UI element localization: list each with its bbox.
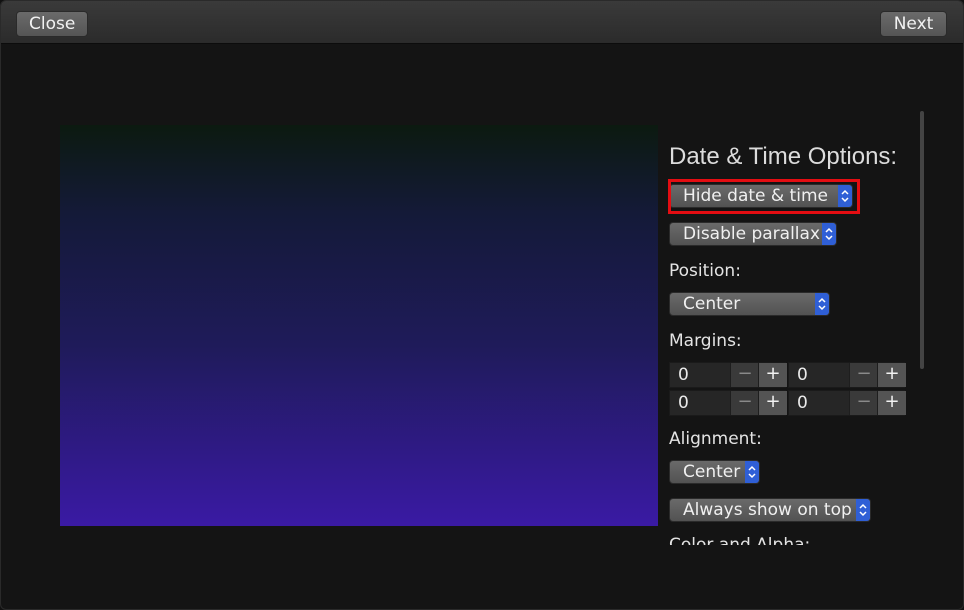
position-select[interactable]: Center xyxy=(669,292,830,316)
position-value: Center xyxy=(683,294,741,314)
alignment-value: Center xyxy=(683,462,741,482)
select-arrow-icon xyxy=(815,293,829,315)
increment-button[interactable]: + xyxy=(758,391,787,415)
parallax-label: Disable parallax xyxy=(683,224,821,244)
margin-bottom-stepper[interactable]: 0 − + xyxy=(669,390,787,416)
margins-label: Margins: xyxy=(669,331,742,351)
stepper-value: 0 xyxy=(797,393,808,413)
next-button[interactable]: Next xyxy=(880,11,947,37)
stepper-value: 0 xyxy=(678,393,689,413)
increment-button[interactable]: + xyxy=(758,363,787,387)
decrement-button[interactable]: − xyxy=(849,391,878,415)
parallax-select[interactable]: Disable parallax xyxy=(669,222,837,246)
panel-scrollbar[interactable] xyxy=(920,111,924,369)
margin-right-stepper[interactable]: 0 − + xyxy=(788,362,906,388)
decrement-button[interactable]: − xyxy=(730,363,759,387)
alignment-select[interactable]: Center xyxy=(669,460,760,484)
decrement-button[interactable]: − xyxy=(849,363,878,387)
color-alpha-label: Color and Alpha: xyxy=(669,535,811,545)
select-arrow-icon xyxy=(856,499,870,521)
wallpaper-preview xyxy=(60,125,658,526)
position-label: Position: xyxy=(669,261,741,281)
margin-top-stepper[interactable]: 0 − + xyxy=(669,362,787,388)
titlebar: Close Next xyxy=(1,1,963,44)
stepper-value: 0 xyxy=(797,365,808,385)
always-on-top-value: Always show on top xyxy=(683,500,852,520)
increment-button[interactable]: + xyxy=(877,391,906,415)
alignment-label: Alignment: xyxy=(669,429,762,449)
options-panel: Date & Time Options: Hide date & time Di… xyxy=(669,111,914,545)
always-on-top-select[interactable]: Always show on top xyxy=(669,498,871,522)
highlight-box xyxy=(668,179,860,214)
dialog-window: Close Next Date & Time Options: Hide dat… xyxy=(0,0,964,610)
increment-button[interactable]: + xyxy=(877,363,906,387)
stepper-value: 0 xyxy=(678,365,689,385)
select-arrow-icon xyxy=(745,461,759,483)
close-button[interactable]: Close xyxy=(16,11,88,37)
select-arrow-icon xyxy=(822,223,836,245)
decrement-button[interactable]: − xyxy=(730,391,759,415)
section-heading: Date & Time Options: xyxy=(669,143,898,170)
margin-left-stepper[interactable]: 0 − + xyxy=(788,390,906,416)
